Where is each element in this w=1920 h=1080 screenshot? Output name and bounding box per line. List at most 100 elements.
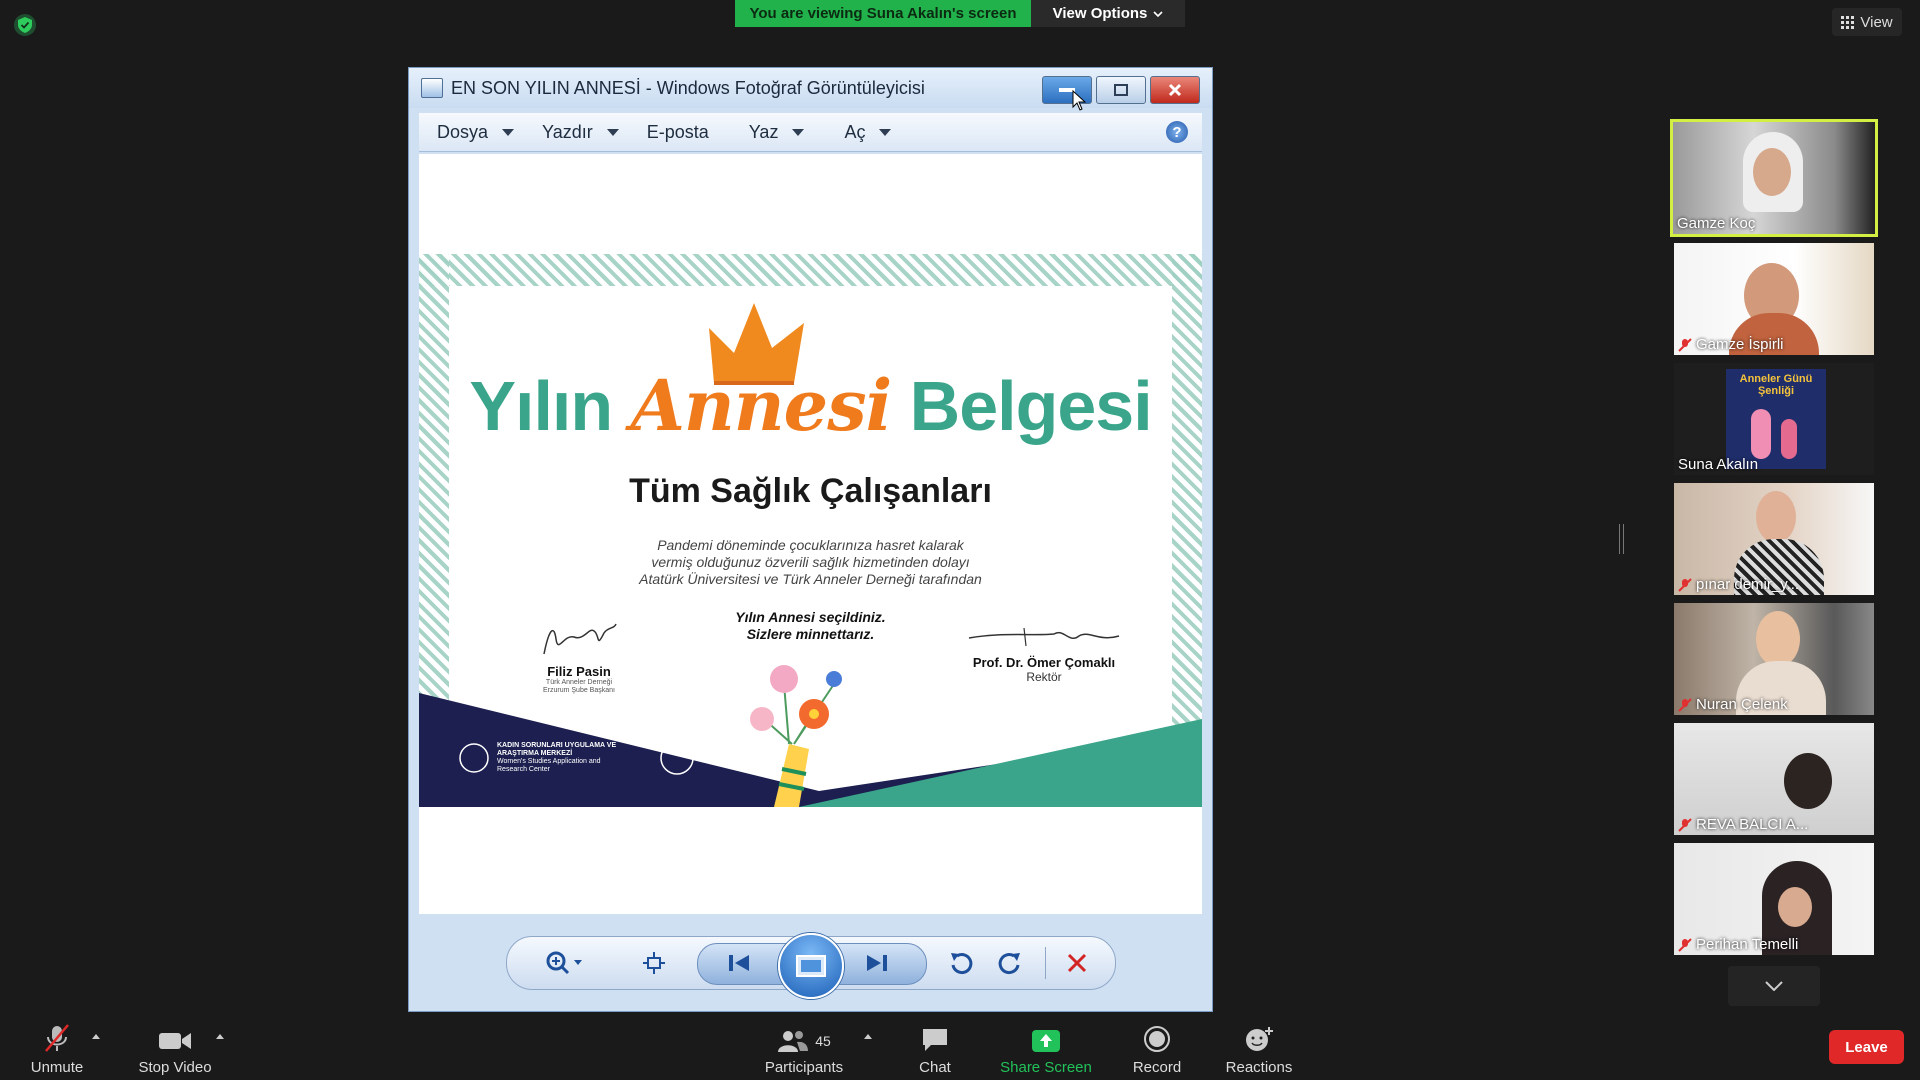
rotate-left-button[interactable] [947,949,975,977]
next-button[interactable] [863,949,891,977]
close-icon [1168,83,1182,97]
right-signer-role: Rektör [1026,670,1062,684]
participant-name-label: pınar demir_y... [1696,576,1800,593]
share-screen-icon [1032,1030,1060,1052]
encryption-shield-icon[interactable] [14,14,36,36]
panel-resize-handle[interactable] [1619,524,1624,554]
menu-yaz-label: Yaz [748,121,779,142]
org-line: ARAŞTIRMA MERKEZİ [497,750,573,757]
participants-button[interactable]: 45 Participants [760,1020,848,1076]
menu-yazdir[interactable]: Yazdır [542,122,619,143]
stop-video-label: Stop Video [138,1059,212,1076]
certificate-body: Pandemi döneminde çocuklarınıza hasret k… [419,537,1202,588]
fit-to-window-button[interactable] [640,949,668,977]
participant-name-label: Gamze İspirli [1696,336,1784,353]
illustration-figure [1781,419,1797,459]
mouse-cursor-icon [1072,90,1086,111]
image-viewer-area: Yılın Annesi Belgesi Tüm Sağlık Çalışanl… [419,154,1202,914]
participant-name: Gamze İspirli [1678,336,1784,353]
record-label: Record [1132,1059,1182,1076]
profile-picture: Anneler Günü Şenliği [1726,369,1826,469]
video-icon [159,1033,191,1049]
chat-button[interactable]: Chat [905,1020,965,1076]
mic-muted-icon [1678,337,1692,352]
participant-tile[interactable]: Gamze İspirli [1674,243,1874,355]
next-icon [867,955,887,971]
menu-dosya-label: Dosya [437,121,489,142]
record-button[interactable]: Record [1127,1020,1187,1076]
face [1778,887,1812,927]
right-signature-block: Prof. Dr. Ömer Çomaklı Rektör [949,624,1139,684]
leave-button[interactable]: Leave [1829,1030,1904,1064]
title-word-annesi: Annesi [630,364,893,447]
participants-count: 45 [815,1033,831,1049]
view-label: View [1860,13,1893,31]
participant-tile[interactable]: Gamze Koç [1670,119,1878,237]
close-button[interactable] [1150,76,1200,104]
zoom-icon [546,951,582,975]
participant-name: Nuran Çelenk [1678,696,1788,713]
participant-tile[interactable]: REVA BALCI A... [1674,723,1874,835]
illustration-figure [1751,409,1771,459]
viewer-toolbar [506,933,1116,999]
menu-ac[interactable]: Aç [844,122,892,143]
zoom-button[interactable] [545,949,585,977]
help-icon[interactable]: ? [1166,121,1188,143]
participants-options-caret-icon[interactable] [864,1034,872,1039]
view-button[interactable]: View [1832,8,1902,36]
rotate-right-button[interactable] [996,949,1024,977]
organization-label: KADIN SORUNLARI UYGULAMA VE ARAŞTIRMA ME… [497,742,616,774]
delete-icon [1067,953,1087,973]
participant-name-label: Suna Akalın [1678,456,1759,473]
mic-muted-icon [1678,697,1692,712]
view-options-label: View Options [1052,5,1148,22]
share-screen-button[interactable]: Share Screen [996,1020,1096,1076]
face [1753,148,1791,196]
audio-options-caret-icon[interactable] [92,1034,100,1039]
gallery-scroll-down-button[interactable] [1728,966,1820,1006]
slideshow-button[interactable] [778,933,844,999]
handwritten-signature [543,623,617,655]
maximize-icon [1114,84,1128,96]
body-line: Pandemi döneminde çocuklarınıza hasret k… [657,537,964,553]
participant-tile[interactable]: pınar demir_y... [1674,483,1874,595]
decorative-border [419,254,1202,286]
menu-yaz[interactable]: Yaz [749,122,805,143]
unmute-label: Unmute [30,1059,84,1076]
org-line: KADIN SORUNLARI UYGULAMA VE [497,742,617,749]
menu-dosya[interactable]: Dosya [437,121,515,143]
participants-icon [778,1031,809,1052]
left-signer-name: Filiz Pasin [547,664,611,679]
delete-button[interactable] [1063,949,1091,977]
participant-name-label: REVA BALCI A... [1696,816,1809,833]
participant-tile[interactable]: Perihan Temelli [1674,843,1874,955]
window-titlebar[interactable]: EN SON YILIN ANNESİ - Windows Fotoğraf G… [409,68,1212,111]
participant-name-label: Gamze Koç [1677,215,1756,232]
rotate-left-icon [951,953,973,975]
org-line: Research Center [497,766,550,773]
face [1756,611,1800,667]
chat-icon [923,1029,947,1051]
video-options-caret-icon[interactable] [216,1034,224,1039]
certificate-subtitle: Tüm Sağlık Çalışanları [629,472,992,510]
caret-down-icon [879,128,892,136]
stop-video-button[interactable]: Stop Video [130,1020,220,1076]
view-options-button[interactable]: View Options [1031,0,1185,27]
slideshow-icon [796,955,826,977]
toolbar-divider [1045,947,1046,979]
maximize-button[interactable] [1096,76,1146,104]
mic-muted-icon [1678,577,1692,592]
participant-name: REVA BALCI A... [1678,816,1808,833]
chevron-down-icon [1765,981,1783,991]
caret-down-icon [606,128,619,136]
caret-down-icon [792,128,805,136]
chevron-down-icon [1153,10,1163,17]
previous-button[interactable] [725,949,753,977]
unmute-button[interactable]: Unmute [22,1020,92,1076]
mic-muted-icon [45,1024,69,1052]
menu-eposta[interactable]: E-posta [647,122,709,143]
participant-tile[interactable]: Nuran Çelenk [1674,603,1874,715]
menu-eposta-label: E-posta [646,121,709,142]
participant-tile[interactable]: Anneler Günü Şenliği Suna Akalın [1674,363,1874,475]
reactions-button[interactable]: Reactions [1219,1020,1299,1076]
